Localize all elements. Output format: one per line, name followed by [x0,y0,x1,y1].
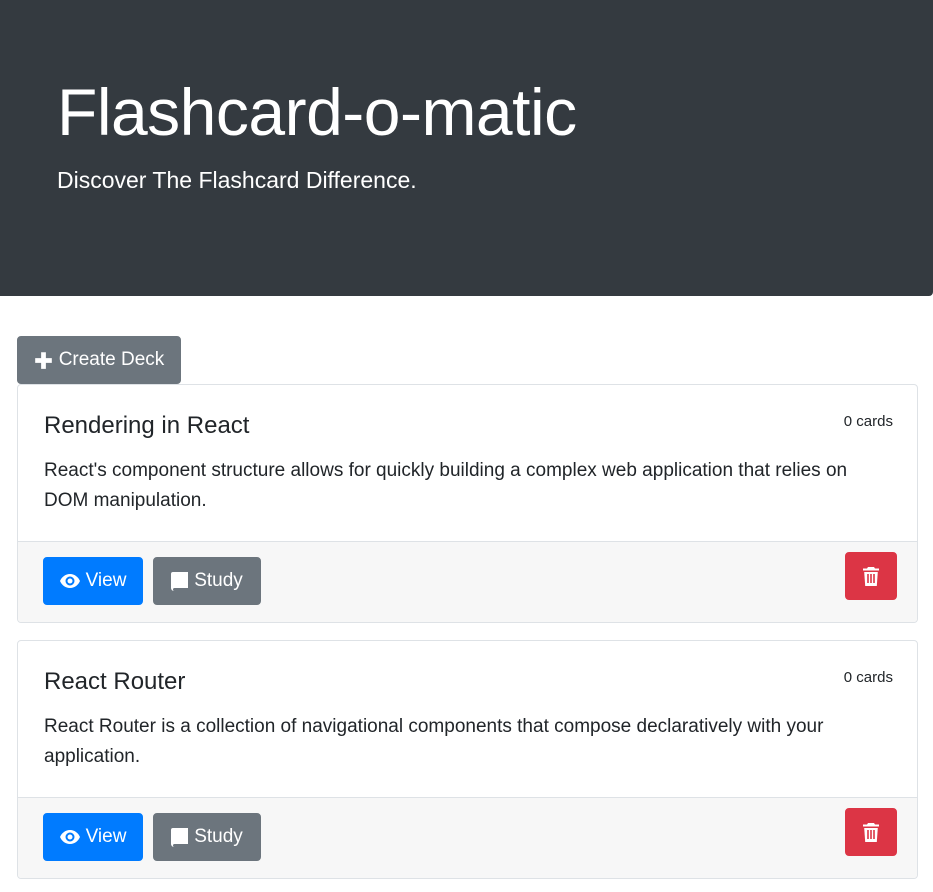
deck-card: React Router 0 cards React Router is a c… [17,640,918,879]
deck-name: Rendering in React [44,412,250,439]
app-subtitle: Discover The Flashcard Difference. [57,167,417,193]
create-deck-label: Create Deck [58,349,165,370]
study-deck-button[interactable]: Study [153,557,261,605]
app-title: Flashcard-o-matic [57,75,577,149]
deck-name: React Router [44,668,186,695]
delete-deck-button[interactable] [845,552,897,600]
book-icon [171,827,189,847]
delete-deck-button[interactable] [845,808,897,856]
trash-icon [863,566,879,586]
deck-description: React's component structure allows for q… [44,460,848,511]
study-deck-button[interactable]: Study [153,813,261,861]
deck-card-count: 0 cards [843,669,893,686]
create-deck-button[interactable]: Create Deck [17,336,181,384]
deck-footer: View Study [18,797,917,878]
deck-body: Rendering in React 0 cards React's compo… [18,385,917,541]
study-label: Study [194,826,243,847]
trash-icon [863,822,879,842]
view-deck-button[interactable]: View [43,557,143,605]
header-jumbotron: Flashcard-o-matic Discover The Flashcard… [0,0,933,296]
deck-card-count: 0 cards [843,413,893,430]
deck-card: Rendering in React 0 cards React's compo… [17,384,918,623]
view-label: View [85,570,127,591]
view-label: View [85,826,127,847]
deck-description: React Router is a collection of navigati… [44,716,824,767]
view-deck-button[interactable]: View [43,813,143,861]
deck-footer: View Study [18,541,917,622]
eye-icon [59,574,80,588]
study-label: Study [194,570,243,591]
book-icon [171,571,189,591]
plus-icon [34,351,53,370]
deck-body: React Router 0 cards React Router is a c… [18,641,917,797]
eye-icon [59,830,80,844]
